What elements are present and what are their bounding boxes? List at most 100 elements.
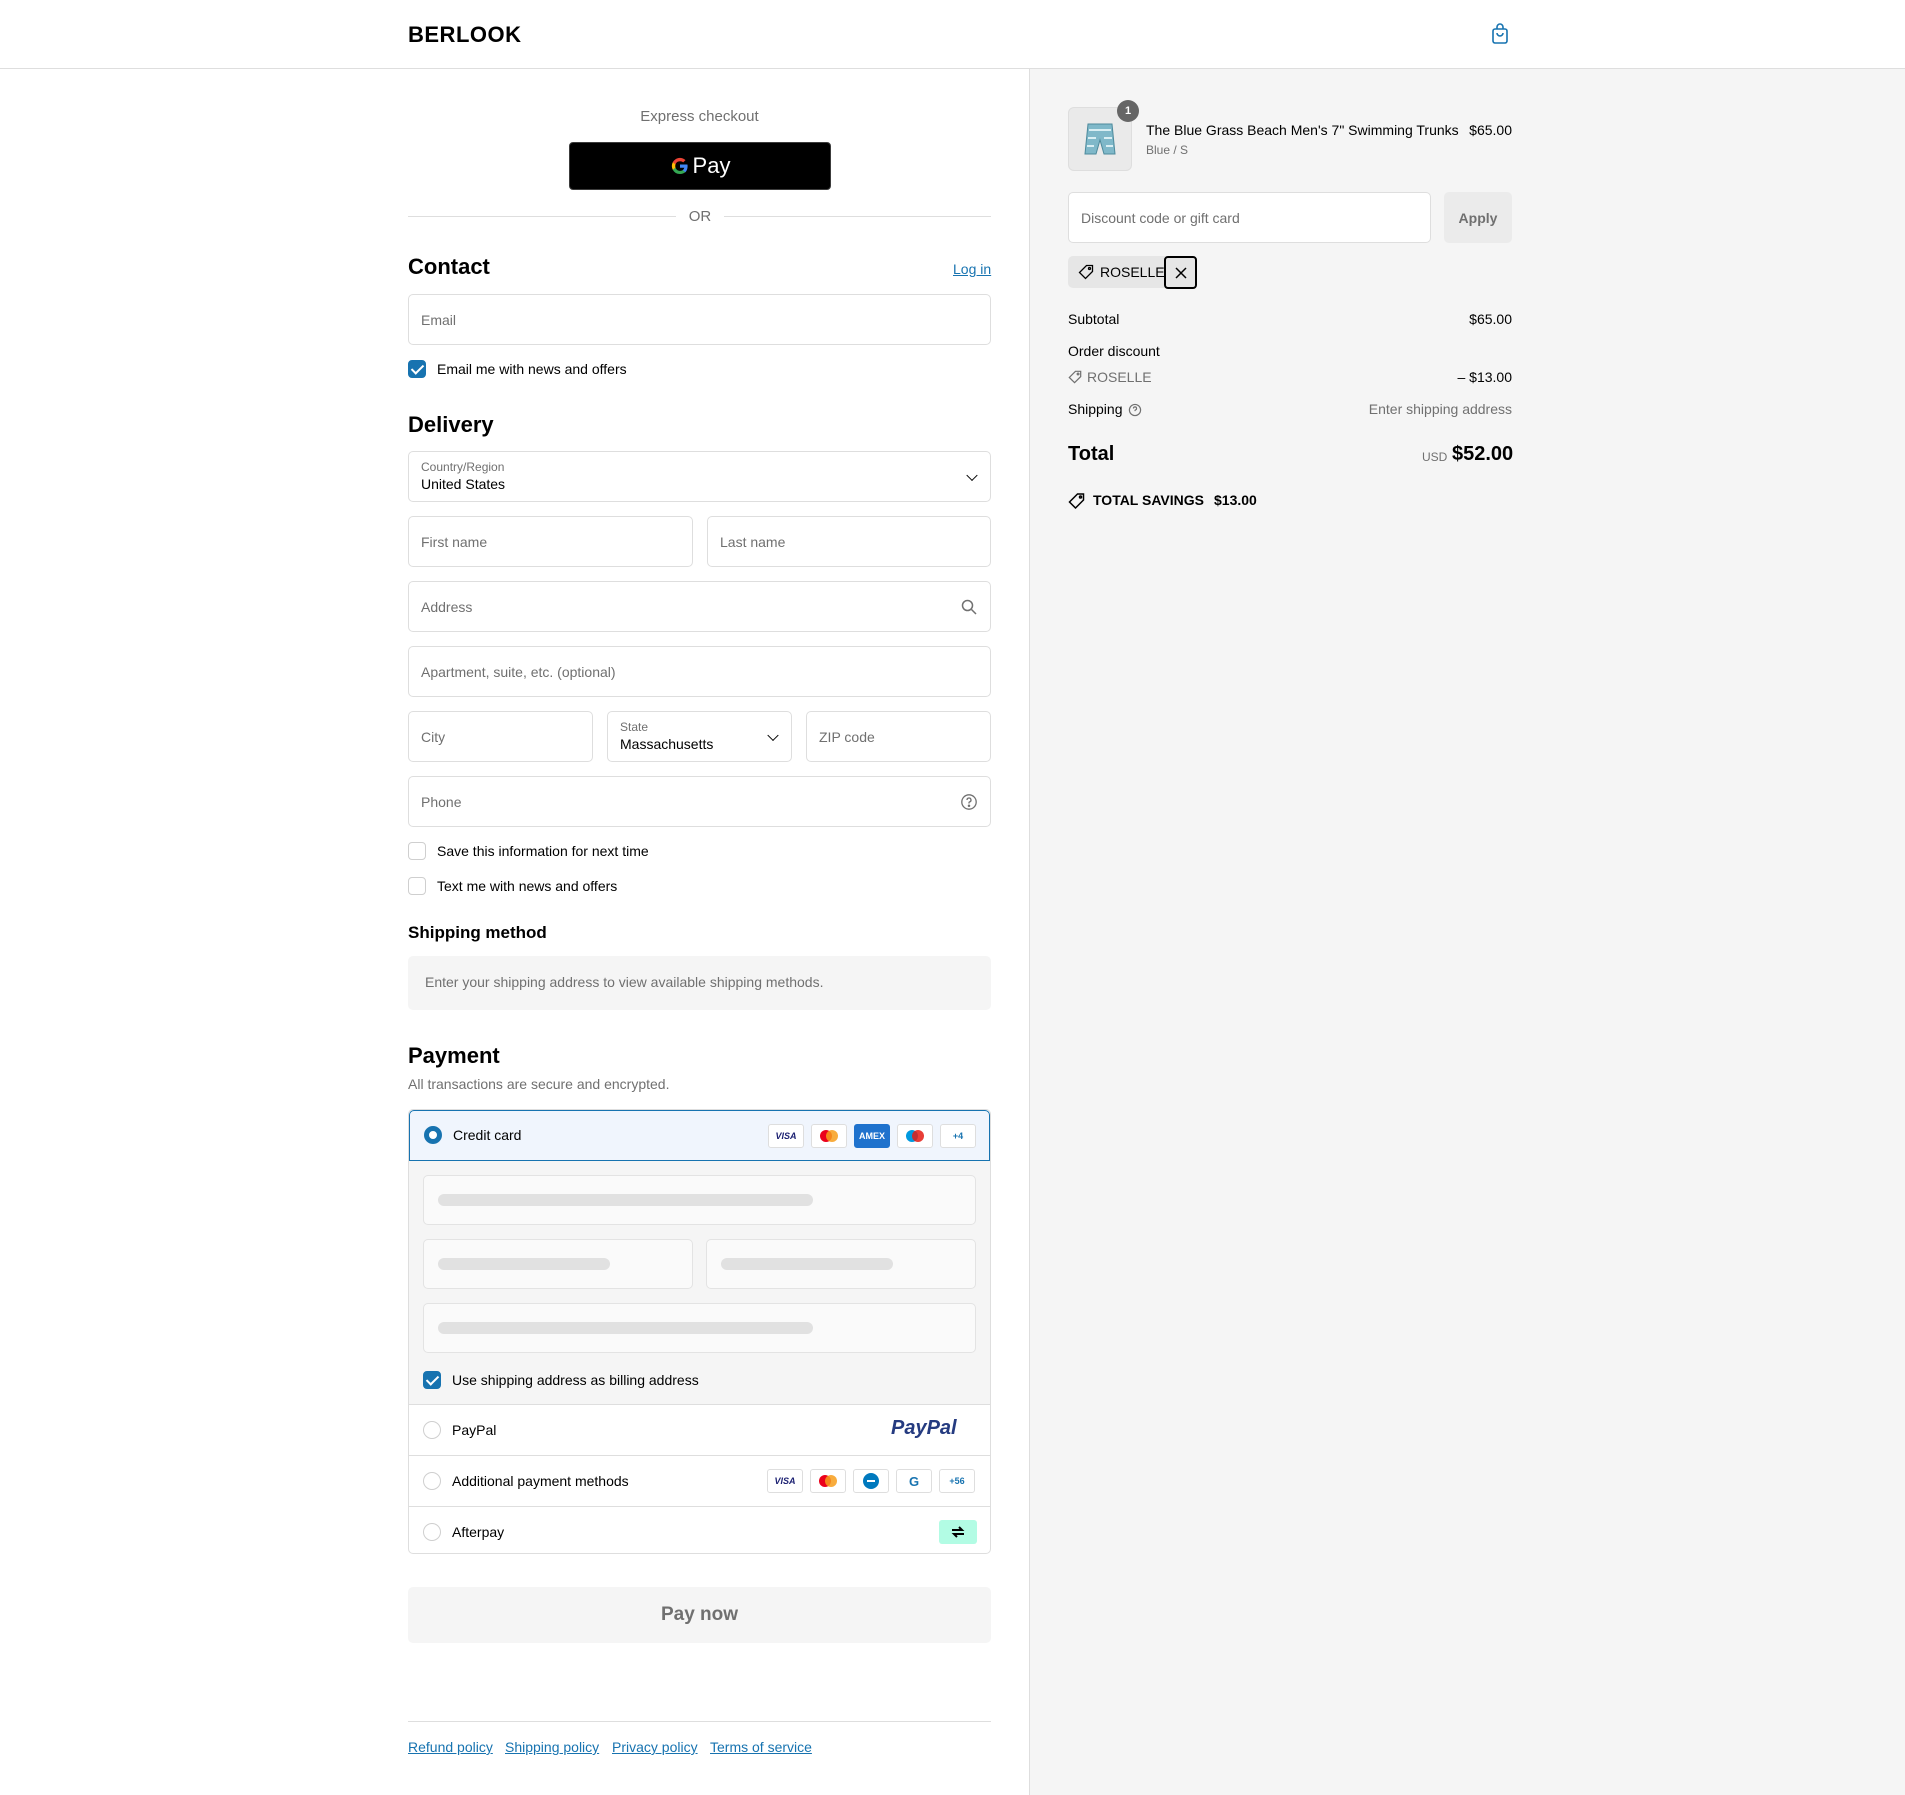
paypal-logo-text: PayPal (891, 1417, 957, 1439)
product-price: $65.00 (1469, 122, 1512, 138)
shipping-method-notice-text: Enter your shipping address to view avai… (425, 974, 824, 990)
product-variant: Blue / S (1146, 143, 1189, 157)
discount-code-field[interactable]: Discount code or gift card (1068, 192, 1431, 243)
card-number-field[interactable] (423, 1175, 976, 1225)
mastercard-icon (811, 1124, 847, 1148)
payment-heading: Payment (408, 1043, 500, 1068)
shipping-method-notice: Enter your shipping address to view avai… (408, 956, 991, 1010)
phone-field[interactable]: Phone (408, 776, 991, 827)
close-icon (1174, 266, 1187, 279)
save-info-checkbox[interactable] (408, 842, 426, 860)
city-placeholder: City (421, 728, 446, 745)
text-news-checkbox[interactable] (408, 877, 426, 895)
additional-payment-option[interactable]: Additional payment methods VISA G +56 (409, 1455, 990, 1506)
expiration-field[interactable] (423, 1239, 693, 1289)
zip-field[interactable]: ZIP code (806, 711, 991, 762)
discount-code-placeholder: Discount code or gift card (1081, 209, 1240, 226)
google-g-icon (671, 157, 688, 175)
email-news-label: Email me with news and offers (437, 361, 627, 377)
privacy-policy-link[interactable]: Privacy policy (612, 1739, 698, 1755)
store-logo[interactable]: BERLOOK (408, 22, 522, 48)
country-select[interactable]: Country/Region United States (408, 451, 991, 502)
diners-icon (853, 1469, 889, 1493)
paypal-option[interactable]: PayPal PayPal (409, 1404, 990, 1455)
billing-same-checkbox[interactable] (423, 1371, 441, 1389)
state-select[interactable]: State Massachusetts (607, 711, 792, 762)
email-field[interactable]: Email (408, 294, 991, 345)
quantity-badge: 1 (1117, 100, 1139, 122)
google-pay-label: Pay (692, 153, 731, 178)
footer-divider (408, 1721, 991, 1722)
header: BERLOOK (0, 0, 1905, 69)
discount-value: – $13.00 (1457, 369, 1513, 385)
city-field[interactable]: City (408, 711, 593, 762)
additional-payment-radio[interactable] (423, 1472, 441, 1490)
help-icon[interactable] (1128, 403, 1142, 417)
email-news-checkbox[interactable] (408, 360, 426, 378)
paypal-radio[interactable] (423, 1421, 441, 1439)
address-field[interactable]: Address (408, 581, 991, 632)
afterpay-logo-icon (939, 1520, 977, 1544)
currency-label: USD (1422, 450, 1448, 464)
additional-payment-label: Additional payment methods (452, 1473, 629, 1489)
refund-policy-link[interactable]: Refund policy (408, 1739, 493, 1755)
contact-heading: Contact (408, 254, 490, 279)
total-savings-label: TOTAL SAVINGS (1093, 492, 1204, 508)
shipping-method-heading: Shipping method (408, 923, 547, 942)
payment-methods: Credit card VISA AMEX +4 Use shipping ad… (408, 1109, 991, 1554)
security-code-field[interactable] (706, 1239, 976, 1289)
chevron-down-icon (966, 469, 978, 481)
credit-card-label: Credit card (453, 1127, 522, 1143)
more-cards-badge: +4 (940, 1124, 976, 1148)
divider (408, 216, 676, 217)
total-label: Total (1068, 443, 1115, 465)
or-divider-label: OR (688, 208, 712, 225)
subtotal-value: $65.00 (1469, 311, 1512, 327)
savings-tag-icon (1068, 493, 1085, 510)
credit-card-form: Use shipping address as billing address (409, 1161, 990, 1404)
help-icon[interactable] (960, 793, 978, 811)
terms-of-service-link[interactable]: Terms of service (710, 1739, 812, 1755)
shopping-bag-icon[interactable] (1488, 22, 1512, 46)
remove-discount-button[interactable] (1164, 256, 1197, 289)
credit-card-option[interactable]: Credit card VISA AMEX +4 (409, 1110, 990, 1161)
google-pay-small-icon: G (896, 1469, 932, 1493)
more-methods-badge: +56 (939, 1469, 975, 1493)
first-name-field[interactable]: First name (408, 516, 693, 567)
shipping-value: Enter shipping address (1368, 401, 1512, 417)
zip-placeholder: ZIP code (819, 728, 875, 745)
country-label: Country/Region (421, 460, 505, 474)
express-checkout-title: Express checkout (640, 108, 759, 125)
google-pay-button[interactable]: Pay (569, 142, 831, 190)
shipping-label: Shipping (1068, 401, 1123, 417)
first-name-placeholder: First name (421, 533, 488, 550)
apply-button[interactable]: Apply (1444, 192, 1512, 243)
payment-subtitle: All transactions are secure and encrypte… (408, 1076, 670, 1092)
login-link[interactable]: Log in (953, 261, 991, 277)
billing-same-label: Use shipping address as billing address (452, 1372, 699, 1388)
total-value: $52.00 (1452, 443, 1514, 465)
order-discount-label: Order discount (1068, 343, 1160, 359)
search-icon (961, 599, 977, 615)
paypal-label: PayPal (452, 1422, 497, 1438)
chevron-down-icon (767, 729, 779, 741)
tag-icon (1078, 264, 1094, 280)
apartment-placeholder: Apartment, suite, etc. (optional) (421, 663, 616, 680)
delivery-heading: Delivery (408, 412, 494, 437)
afterpay-radio[interactable] (423, 1523, 441, 1541)
last-name-field[interactable]: Last name (707, 516, 991, 567)
pay-now-button[interactable]: Pay now (408, 1587, 991, 1643)
state-label: State (620, 720, 649, 734)
discount-code-line: ROSELLE (1087, 369, 1152, 385)
shipping-policy-link[interactable]: Shipping policy (505, 1739, 599, 1755)
apartment-field[interactable]: Apartment, suite, etc. (optional) (408, 646, 991, 697)
save-info-label: Save this information for next time (437, 843, 649, 859)
name-on-card-field[interactable] (423, 1303, 976, 1353)
visa-icon: VISA (768, 1124, 804, 1148)
total-savings-value: $13.00 (1214, 492, 1257, 508)
credit-card-radio[interactable] (424, 1126, 442, 1144)
afterpay-label: Afterpay (452, 1524, 505, 1540)
state-value: Massachusetts (620, 736, 714, 752)
address-placeholder: Address (421, 598, 473, 615)
afterpay-option[interactable]: Afterpay (409, 1506, 990, 1553)
